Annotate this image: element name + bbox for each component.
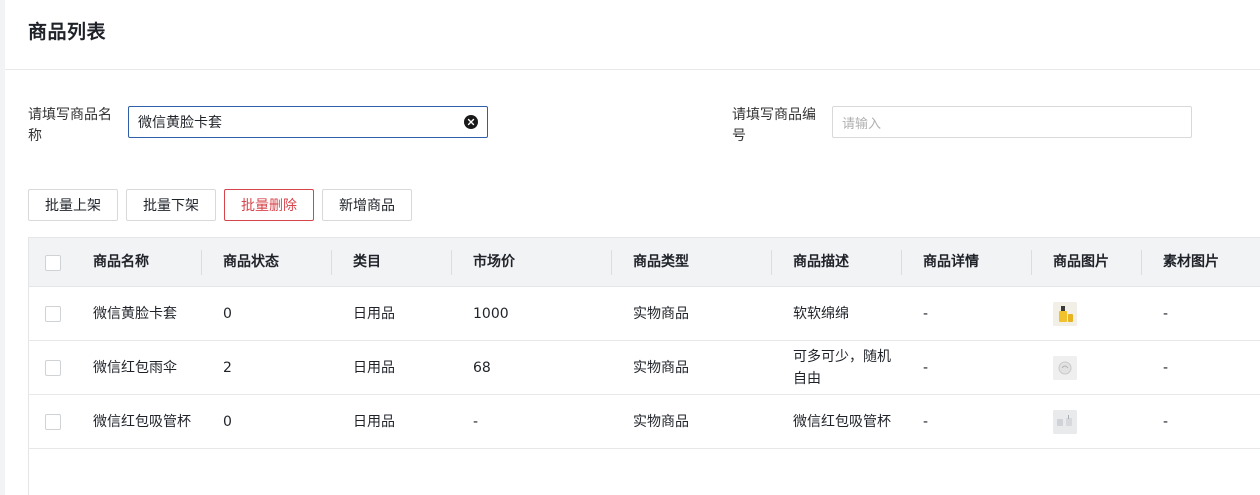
cell-price: 1000	[473, 306, 509, 322]
row-checkbox[interactable]	[45, 360, 61, 376]
page-header: 商品列表	[5, 0, 1260, 70]
row-checkbox[interactable]	[45, 414, 61, 430]
add-product-button[interactable]: 新增商品	[322, 189, 412, 221]
page: 商品列表 请填写商品名称 微信黄脸卡套 请填写商品编号 请输入 批量上架 批量下…	[0, 0, 1260, 495]
cell-category: 日用品	[353, 306, 395, 322]
batch-off-button[interactable]: 批量下架	[126, 189, 216, 221]
cell-category: 日用品	[353, 360, 395, 376]
product-code-placeholder: 请输入	[842, 116, 882, 132]
col-name: 商品名称	[93, 254, 149, 270]
col-type: 商品类型	[633, 254, 689, 270]
product-name-input[interactable]: 微信黄脸卡套	[128, 106, 488, 138]
col-price: 市场价	[473, 254, 515, 270]
product-code-label: 请填写商品编号	[732, 107, 816, 144]
table-header: 商品名称 商品状态 类目 市场价 商品类型 商品描述 商品详情 商品图片 素材图…	[29, 238, 1260, 287]
column-divider	[611, 250, 612, 275]
cell-type: 实物商品	[633, 306, 689, 322]
cell-status: 0	[223, 306, 232, 322]
clear-icon[interactable]	[464, 115, 478, 129]
cell-desc: 软软绵绵	[793, 306, 849, 322]
cell-status: 0	[223, 414, 232, 430]
col-detail: 商品详情	[923, 254, 979, 270]
column-divider	[771, 250, 772, 275]
cell-desc: 可多可少，随机自由	[793, 349, 891, 387]
cell-detail: -	[923, 306, 929, 322]
cell-price: 68	[473, 360, 491, 376]
cell-material: -	[1163, 414, 1169, 430]
cell-category: 日用品	[353, 414, 395, 430]
page-title: 商品列表	[28, 21, 107, 43]
cell-material: -	[1163, 360, 1169, 376]
column-divider	[451, 250, 452, 275]
product-name-label: 请填写商品名称	[28, 107, 112, 144]
table-row[interactable]: 微信红包吸管杯 0 日用品 - 实物商品 微信红包吸管杯 - -	[29, 395, 1260, 449]
column-divider	[1031, 250, 1032, 275]
cell-status: 2	[223, 360, 232, 376]
col-category: 类目	[353, 254, 381, 270]
cell-material: -	[1163, 306, 1169, 322]
cell-desc: 微信红包吸管杯	[793, 414, 891, 430]
product-image-yellow[interactable]	[1053, 302, 1077, 326]
product-image-umbrella[interactable]	[1053, 356, 1077, 380]
product-table: 商品名称 商品状态 类目 市场价 商品类型 商品描述 商品详情 商品图片 素材图…	[28, 237, 1260, 495]
product-image-cup[interactable]	[1053, 410, 1077, 434]
table-row[interactable]: 微信黄脸卡套 0 日用品 1000 实物商品 软软绵绵 - -	[29, 287, 1260, 341]
column-divider	[201, 250, 202, 275]
batch-delete-button[interactable]: 批量删除	[224, 189, 314, 221]
col-desc: 商品描述	[793, 254, 849, 270]
row-checkbox[interactable]	[45, 306, 61, 322]
product-code-input[interactable]: 请输入	[832, 106, 1192, 138]
cell-price: -	[473, 414, 479, 430]
column-divider	[1141, 250, 1142, 275]
cell-detail: -	[923, 414, 929, 430]
cell-name: 微信红包吸管杯	[93, 414, 191, 430]
cell-type: 实物商品	[633, 360, 689, 376]
cell-detail: -	[923, 360, 929, 376]
column-divider	[331, 250, 332, 275]
cell-type: 实物商品	[633, 414, 689, 430]
col-image: 商品图片	[1053, 254, 1109, 270]
select-all-checkbox[interactable]	[45, 255, 61, 271]
cell-name: 微信黄脸卡套	[93, 306, 177, 322]
col-material: 素材图片	[1163, 254, 1219, 270]
batch-on-button[interactable]: 批量上架	[28, 189, 118, 221]
table-row[interactable]: 微信红包雨伞 2 日用品 68 实物商品 可多可少，随机自由 - -	[29, 341, 1260, 395]
column-divider	[901, 250, 902, 275]
col-status: 商品状态	[223, 254, 279, 270]
cell-name: 微信红包雨伞	[93, 360, 177, 376]
product-name-input-value: 微信黄脸卡套	[138, 115, 222, 131]
